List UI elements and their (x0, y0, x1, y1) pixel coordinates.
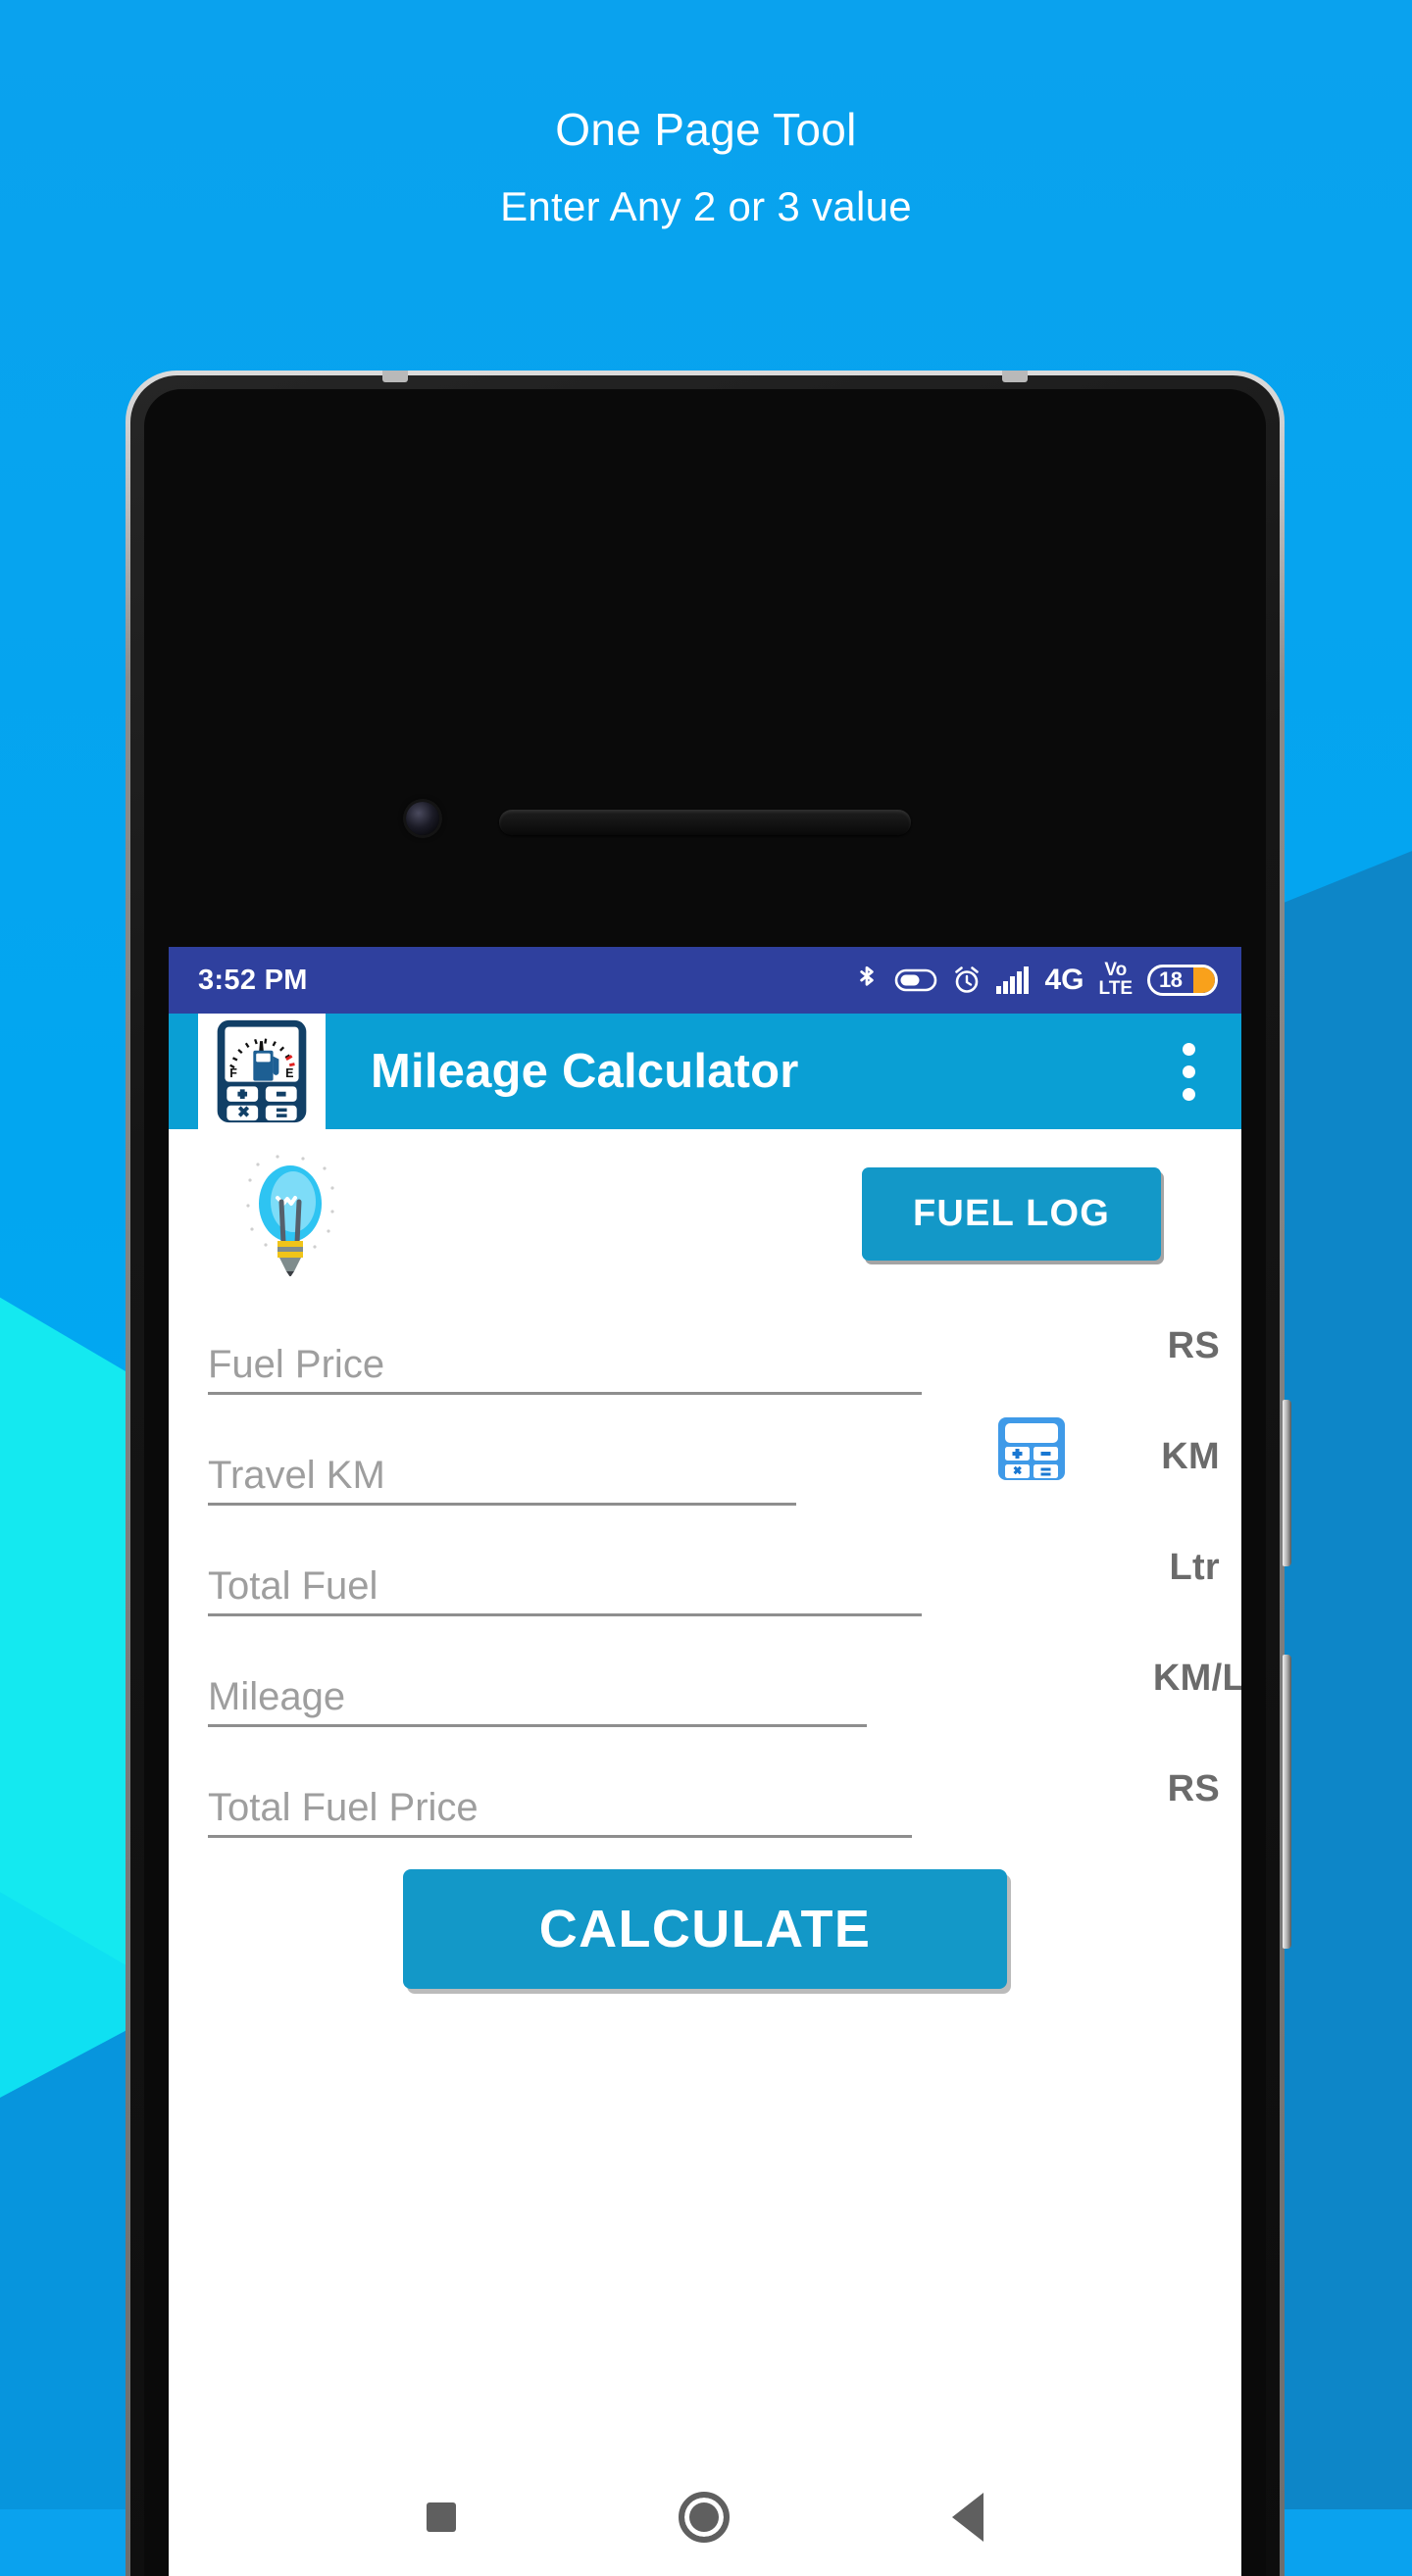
calculate-button[interactable]: CALCULATE (403, 1869, 1007, 1989)
total-fuel-price-unit: RS (1167, 1768, 1220, 1809)
promo-headline: One Page Tool Enter Any 2 or 3 value (0, 103, 1412, 230)
overflow-menu-icon[interactable] (1161, 1032, 1216, 1111)
calculator-icon[interactable] (994, 1414, 1069, 1490)
headline-line-1: One Page Tool (555, 104, 857, 155)
fuel-price-underline (208, 1392, 922, 1395)
field-total-fuel[interactable]: Total Fuel Ltr (208, 1519, 1220, 1630)
antenna-nub-right (1002, 371, 1028, 382)
travel-km-unit: KM (1161, 1436, 1220, 1477)
status-bar: 3:52 PM 4G Vo LTE 18 (169, 947, 1241, 1014)
signal-bars-icon (996, 966, 1030, 994)
fuel-price-placeholder: Fuel Price (208, 1343, 385, 1386)
antenna-nub-left (382, 371, 408, 382)
calculate-row: CALCULATE (169, 1869, 1241, 1989)
bluetooth-icon (860, 966, 875, 986)
mileage-calculator-app-icon: F E (198, 1014, 326, 1129)
app-bar: F E Mileage Calculator (169, 1014, 1241, 1129)
back-triangle-icon[interactable] (951, 2493, 983, 2542)
home-circle-icon[interactable] (678, 2492, 730, 2543)
mileage-placeholder: Mileage (208, 1675, 346, 1718)
android-navigation-bar (169, 2458, 1241, 2576)
data-saver-icon (895, 968, 937, 992)
field-fuel-price[interactable]: Fuel Price RS (208, 1298, 1220, 1409)
lightbulb-icon[interactable] (169, 1151, 414, 1276)
volte-indicator: Vo LTE (1099, 962, 1133, 998)
battery-level-label: 18 (1159, 967, 1183, 992)
svg-text:F: F (229, 1066, 237, 1080)
fuel-price-unit: RS (1167, 1325, 1220, 1366)
status-icon-tray: 4G Vo LTE 18 (854, 962, 1218, 998)
total-fuel-unit: Ltr (1169, 1547, 1220, 1588)
total-fuel-price-underline (208, 1835, 912, 1838)
phone-mockup: 3:52 PM 4G Vo LTE 18 F E Mileage Calcula… (126, 371, 1291, 2576)
total-fuel-price-placeholder: Total Fuel Price (208, 1786, 479, 1829)
svg-text:E: E (285, 1066, 293, 1080)
total-fuel-underline (208, 1613, 922, 1616)
total-fuel-placeholder: Total Fuel (208, 1564, 378, 1608)
network-type-label: 4G (1044, 964, 1084, 996)
app-title: Mileage Calculator (371, 1045, 799, 1098)
status-clock: 3:52 PM (198, 964, 308, 996)
headline-line-2: Enter Any 2 or 3 value (500, 183, 912, 230)
fuel-log-button[interactable]: FUEL LOG (861, 1166, 1161, 1261)
top-action-row: FUEL LOG (169, 1129, 1241, 1298)
phone-screen: 3:52 PM 4G Vo LTE 18 F E Mileage Calcula… (169, 947, 1241, 2576)
volte-bottom-label: LTE (1098, 978, 1133, 999)
recents-square-icon[interactable] (427, 2502, 457, 2532)
battery-indicator: 18 (1147, 965, 1218, 996)
volume-button[interactable] (1283, 1400, 1291, 1566)
earpiece-speaker (499, 810, 911, 835)
power-button[interactable] (1283, 1655, 1291, 1949)
field-mileage[interactable]: Mileage KM/L (208, 1630, 1241, 1741)
battery-fill (1193, 967, 1215, 993)
mileage-underline (208, 1724, 867, 1727)
travel-km-underline (208, 1503, 796, 1506)
main-content: FUEL LOG Fuel Price RS Travel KM KM Tota… (169, 1129, 1241, 1989)
front-camera-icon (406, 802, 439, 835)
mileage-unit: KM/L (1152, 1658, 1241, 1699)
field-total-fuel-price[interactable]: Total Fuel Price RS (208, 1741, 1220, 1852)
field-travel-km[interactable]: Travel KM KM (208, 1409, 1220, 1519)
alarm-icon (955, 966, 980, 993)
